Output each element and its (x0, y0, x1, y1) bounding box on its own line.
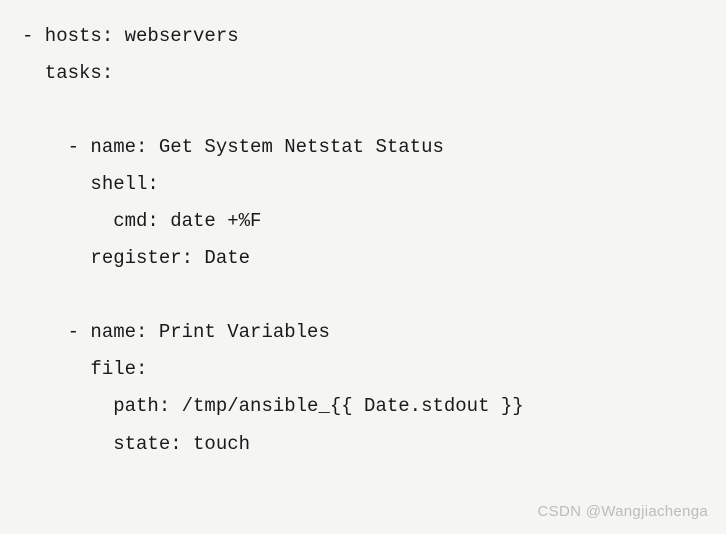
code-line: file: (22, 358, 147, 380)
code-line: register: Date (22, 247, 250, 269)
code-line: tasks: (22, 62, 113, 84)
code-line: - name: Print Variables (22, 321, 330, 343)
code-line: cmd: date +%F (22, 210, 261, 232)
code-block: - hosts: webservers tasks: - name: Get S… (22, 18, 704, 463)
code-line: - hosts: webservers (22, 25, 239, 47)
code-line: - name: Get System Netstat Status (22, 136, 444, 158)
code-line: path: /tmp/ansible_{{ Date.stdout }} (22, 395, 524, 417)
code-line: state: touch (22, 433, 250, 455)
watermark-text: CSDN @Wangjiachenga (538, 497, 708, 526)
code-line: shell: (22, 173, 159, 195)
